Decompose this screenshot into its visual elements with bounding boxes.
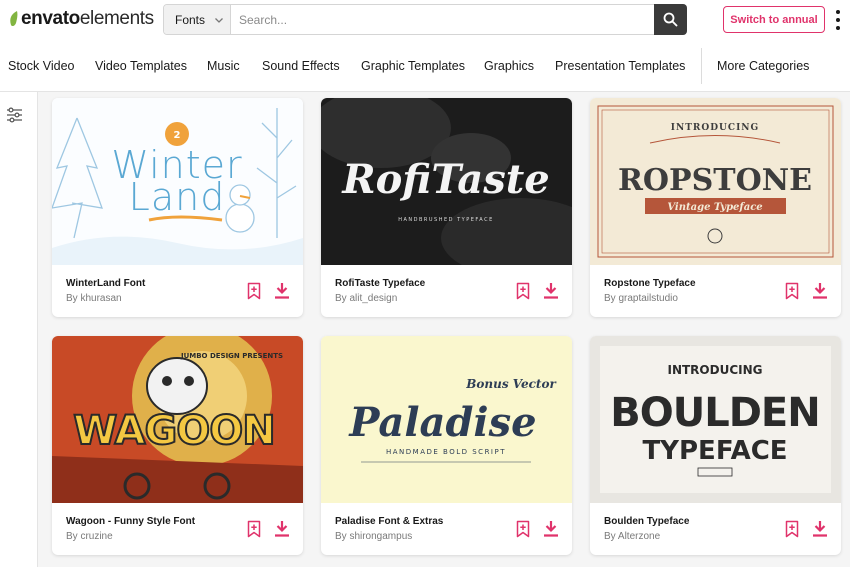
search-input[interactable]	[231, 5, 654, 34]
thumb-text: ROPSTONE	[618, 163, 812, 198]
bookmark-add-icon[interactable]	[247, 520, 261, 538]
top-header: envatoelements Fonts Switch to annual	[0, 0, 850, 40]
download-icon[interactable]	[274, 282, 290, 299]
download-icon[interactable]	[812, 282, 828, 299]
item-author[interactable]: By Alterzone	[604, 531, 660, 542]
thumb-text: TYPEFACE	[642, 436, 787, 466]
nav-divider	[701, 48, 702, 84]
item-card[interactable]: 2 Winter Land WinterLand Font By khurasa…	[52, 98, 303, 317]
thumb-text: Vintage Typeface	[667, 202, 762, 213]
item-card[interactable]: Bonus Vector Paladise HANDMADE BOLD SCRI…	[321, 336, 572, 555]
bookmark-add-icon[interactable]	[516, 520, 530, 538]
nav-item-sound-effects[interactable]: Sound Effects	[262, 59, 340, 73]
item-thumbnail[interactable]: INTRODUCING BOULDEN TYPEFACE	[590, 336, 841, 503]
thumb-text: WAGOON	[73, 408, 275, 454]
thumb-text: HANDBRUSHED TYPEFACE	[398, 217, 494, 223]
item-title[interactable]: Wagoon - Funny Style Font	[66, 516, 195, 527]
item-thumbnail[interactable]: RofiTaste HANDBRUSHED TYPEFACE	[321, 98, 572, 265]
item-title[interactable]: WinterLand Font	[66, 278, 145, 289]
nav-item-graphics[interactable]: Graphics	[484, 59, 534, 73]
nav-item-music[interactable]: Music	[207, 59, 240, 73]
item-card[interactable]: RofiTaste HANDBRUSHED TYPEFACE RofiTaste…	[321, 98, 572, 317]
chevron-down-icon	[215, 17, 223, 23]
download-icon[interactable]	[812, 520, 828, 537]
download-icon[interactable]	[543, 520, 559, 537]
nav-item-video-templates[interactable]: Video Templates	[95, 59, 187, 73]
thumb-text: Bonus Vector	[465, 377, 557, 391]
download-icon[interactable]	[543, 282, 559, 299]
download-icon[interactable]	[274, 520, 290, 537]
item-title[interactable]: Paladise Font & Extras	[335, 516, 443, 527]
item-card[interactable]: INTRODUCING BOULDEN TYPEFACE Boulden Typ…	[590, 336, 841, 555]
thumb-text: RofiTaste	[341, 156, 549, 203]
item-author[interactable]: By khurasan	[66, 293, 122, 304]
item-thumbnail[interactable]: 2 Winter Land	[52, 98, 303, 265]
nav-item-stock-video[interactable]: Stock Video	[8, 59, 74, 73]
search-icon	[663, 12, 678, 27]
bookmark-add-icon[interactable]	[785, 282, 799, 300]
item-title[interactable]: RofiTaste Typeface	[335, 278, 425, 289]
category-select[interactable]: Fonts	[164, 5, 231, 34]
more-options-icon[interactable]	[833, 10, 843, 30]
thumb-text: JUMBO DESIGN PRESENTS	[180, 352, 283, 360]
item-author[interactable]: By shirongampus	[335, 531, 412, 542]
category-nav: Stock Video Video Templates Music Sound …	[0, 40, 850, 92]
item-author[interactable]: By alit_design	[335, 293, 397, 304]
item-card[interactable]: JUMBO DESIGN PRESENTS WAGOON Wagoon - Fu…	[52, 336, 303, 555]
item-author[interactable]: By cruzine	[66, 531, 113, 542]
bookmark-add-icon[interactable]	[785, 520, 799, 538]
item-thumbnail[interactable]: Bonus Vector Paladise HANDMADE BOLD SCRI…	[321, 336, 572, 503]
item-author[interactable]: By graptailstudio	[604, 293, 678, 304]
search-bar: Fonts	[163, 4, 687, 35]
category-select-value: Fonts	[175, 12, 206, 27]
search-button[interactable]	[654, 4, 687, 35]
envato-elements-logo[interactable]: envatoelements	[8, 8, 154, 30]
item-card[interactable]: INTRODUCING ROPSTONE Vintage Typeface Ro…	[590, 98, 841, 317]
filter-sidebar	[0, 92, 38, 567]
item-title[interactable]: Ropstone Typeface	[604, 278, 696, 289]
item-thumbnail[interactable]: INTRODUCING ROPSTONE Vintage Typeface	[590, 98, 841, 265]
nav-item-more-categories[interactable]: More Categories	[717, 59, 809, 73]
leaf-icon	[10, 11, 18, 27]
thumb-text: Paladise	[348, 399, 536, 446]
thumb-text: Land	[129, 175, 226, 219]
switch-to-annual-button[interactable]: Switch to annual	[723, 6, 825, 33]
filter-sliders-icon[interactable]	[6, 107, 23, 123]
nav-item-graphic-templates[interactable]: Graphic Templates	[361, 59, 465, 73]
thumb-text: INTRODUCING	[667, 363, 762, 377]
svg-text:2: 2	[174, 130, 181, 141]
thumb-text: BOULDEN	[610, 390, 819, 436]
bookmark-add-icon[interactable]	[516, 282, 530, 300]
logo-text: envatoelements	[21, 8, 154, 29]
thumb-text: HANDMADE BOLD SCRIPT	[386, 448, 506, 456]
item-title[interactable]: Boulden Typeface	[604, 516, 689, 527]
nav-item-presentation-templates[interactable]: Presentation Templates	[555, 59, 685, 73]
bookmark-add-icon[interactable]	[247, 282, 261, 300]
thumb-text: INTRODUCING	[671, 123, 759, 133]
item-thumbnail[interactable]: JUMBO DESIGN PRESENTS WAGOON	[52, 336, 303, 503]
